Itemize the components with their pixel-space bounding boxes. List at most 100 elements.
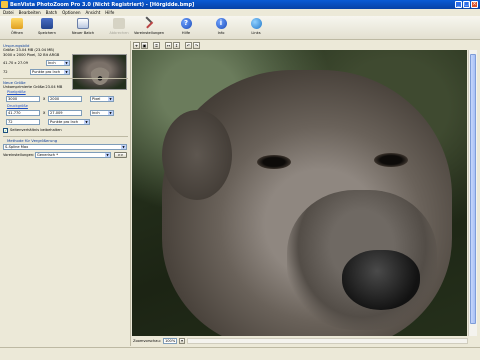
horizontal-scrollbar[interactable] [186,338,468,344]
tools-icon [143,18,155,29]
image-viewer: ⌖ ▣ ⌗ ↔ ↕ ↶ ↷ Zoomvorschau: 100% ▾ [132,41,478,346]
in-unit-select[interactable]: Inch ▼ [90,110,114,116]
flip-horizontal-icon[interactable]: ↔ [165,41,172,49]
image-thumbnail [72,54,127,90]
menu-help[interactable]: Hilfe [105,10,114,15]
menu-bar: Datei Bearbeiten Batch Optionen Ansicht … [0,9,480,16]
links-button[interactable]: Links [239,18,273,39]
menu-options[interactable]: Optionen [62,10,80,15]
chevron-down-icon: ▼ [105,153,110,157]
disabled-icon [113,18,125,29]
help-icon: ? [180,18,192,29]
app-icon [1,1,8,8]
chevron-down-icon: ▼ [121,145,126,149]
save-button[interactable]: Speichern [30,18,64,39]
maximize-button[interactable]: □ [463,1,470,8]
original-dims: 3000 x 2000 Pixel, 32 Bit ARGB [3,53,60,57]
title-bar: BenVista PhotoZoom Pro 3.0 (Nicht Regist… [0,0,480,9]
help-label: Hilfe [181,31,191,35]
more-options-button[interactable]: >> [114,152,127,158]
original-print-size: 41.70 x 27.09 [3,61,28,65]
preset-select[interactable]: Generisch * ▼ [35,152,111,158]
crop-icon[interactable]: ⌗ [153,41,160,49]
cancel-button: Abbrechen [102,18,136,39]
px-unit-select[interactable]: Pixel ▼ [90,96,114,102]
rotate-right-icon[interactable]: ↷ [193,41,200,49]
chevron-down-icon: ▼ [64,70,69,74]
chevron-down-icon: ▼ [108,111,113,115]
window-title: BenVista PhotoZoom Pro 3.0 (Nicht Regist… [10,1,195,8]
scroll-thumb[interactable] [470,54,476,324]
original-res-unit-select[interactable]: Punkte pro Inch ▼ [30,69,70,75]
width-in-input[interactable]: 41.770 [6,110,40,116]
info-icon: i [215,18,227,29]
original-size: Größe: 23.04 MB (23.04 MB) [3,48,55,52]
original-unit-select[interactable]: Inch ▼ [46,60,70,66]
new-batch-label: Neuer Batch [71,31,95,35]
preset-value: Generisch * [37,153,59,157]
vertical-scrollbar[interactable] [468,50,477,336]
resolution-input[interactable]: 72 [6,119,40,125]
zoom-dropdown-button[interactable]: ▾ [178,338,185,344]
resolution-unit-select[interactable]: Punkte pro Inch ▼ [48,119,90,125]
px-unit-value: Pixel [92,97,101,101]
toolbar: Öffnen Speichern Neuer Batch Abbrechen V… [0,16,480,40]
menu-edit[interactable]: Bearbeiten [19,10,41,15]
open-label: Öffnen [10,31,24,35]
original-res-unit-value: Punkte pro Inch [32,70,61,74]
width-px-input[interactable]: 3000 [6,96,40,102]
keep-ratio-checkbox[interactable]: ✓ [3,128,8,133]
preview-image[interactable] [132,50,467,336]
open-button[interactable]: Öffnen [0,18,34,39]
info-label: Info [217,31,225,35]
viewer-toolbar: ⌖ ▣ ⌗ ↔ ↕ ↶ ↷ [132,41,200,49]
settings-label: Voreinstellungen [133,31,165,35]
method-select[interactable]: S-Spline Max ▼ [3,144,127,150]
menu-view[interactable]: Ansicht [86,10,101,15]
cancel-label: Abbrechen [109,31,129,35]
fit-view-icon[interactable]: ▣ [141,41,148,49]
chevron-down-icon: ▼ [84,120,89,124]
help-button[interactable]: ? Hilfe [169,18,203,39]
preset-label: Voreinstellungen: [3,153,35,157]
original-unit-value: Inch [48,61,56,65]
links-label: Links [251,31,261,35]
select-tool-icon[interactable]: ⌖ [133,41,140,49]
batch-document-icon [77,18,89,29]
print-size-link[interactable]: Druckgröße [7,104,28,108]
minimize-button[interactable]: _ [455,1,462,8]
menu-batch[interactable]: Batch [46,10,58,15]
new-batch-button[interactable]: Neuer Batch [66,18,100,39]
keep-ratio-label: Seitenverhältnis beibehalten [10,128,62,132]
floppy-disk-icon [41,18,53,29]
flip-vertical-icon[interactable]: ↕ [173,41,180,49]
in-unit-value: Inch [92,111,100,115]
chevron-down-icon: ▼ [64,61,69,65]
times-sign: x [43,110,46,115]
info-button[interactable]: i Info [204,18,238,39]
pixel-size-link[interactable]: Pixelgröße [7,90,26,94]
times-sign: x [43,96,46,101]
close-button[interactable]: × [471,1,478,8]
height-px-input[interactable]: 2000 [48,96,82,102]
zoom-value[interactable]: 100% [162,338,177,344]
original-res: 72 [3,70,8,74]
menu-file[interactable]: Datei [3,10,14,15]
settings-panel: Ursprungsbild Größe: 23.04 MB (23.04 MB)… [0,41,131,346]
chevron-down-icon: ▼ [108,97,113,101]
divider [3,136,128,137]
rotate-left-icon[interactable]: ↶ [185,41,192,49]
method-value: S-Spline Max [5,145,29,149]
zoom-bar: Zoomvorschau: 100% ▾ [132,337,478,345]
zoom-label: Zoomvorschau: [133,339,161,343]
method-heading: Methode für Vergrößerung [7,138,58,143]
save-label: Speichern [38,31,56,35]
uncompressed-size: Unkomprimierte Größe:23.04 MB [3,85,63,89]
settings-button[interactable]: Voreinstellungen [132,18,166,39]
resolution-unit-value: Punkte pro Inch [50,120,79,124]
folder-icon [11,18,23,29]
globe-icon [250,18,262,29]
status-bar [0,347,480,360]
divider [3,78,128,79]
height-in-input[interactable]: 27.009 [48,110,82,116]
